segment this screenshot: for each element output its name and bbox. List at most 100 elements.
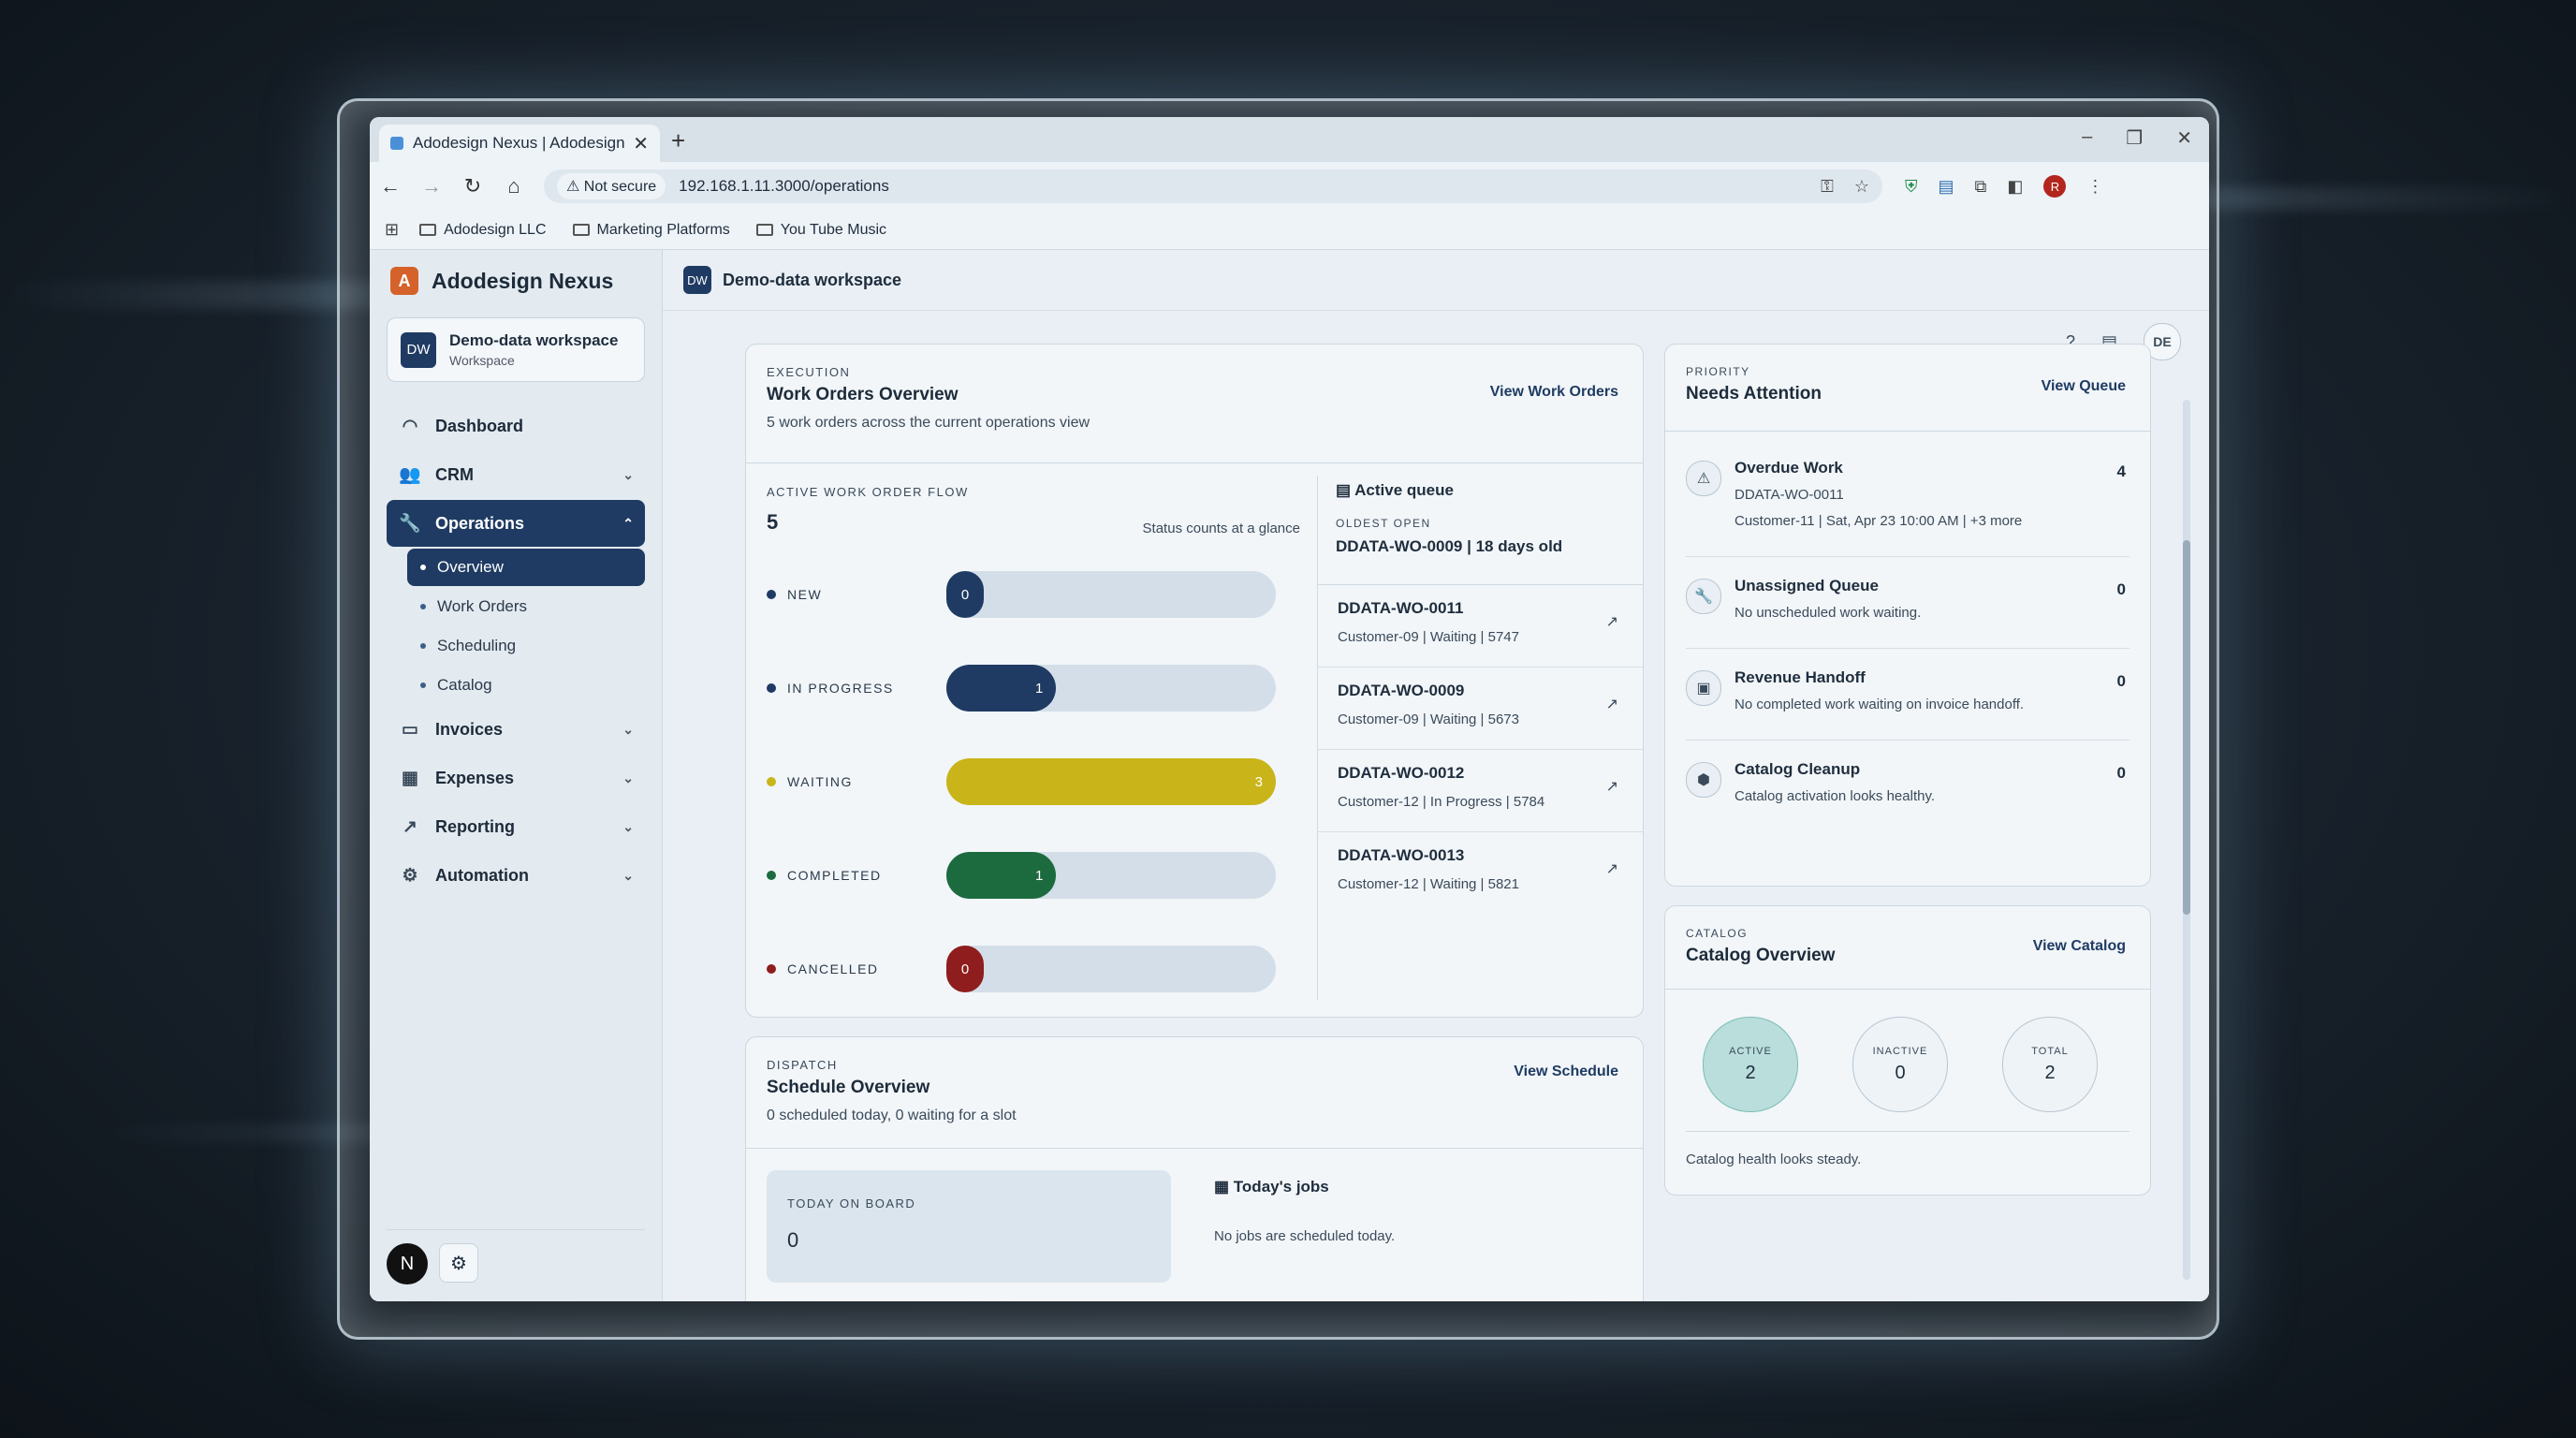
shield-extension-icon[interactable]: ⛨ bbox=[1905, 177, 1918, 197]
sidebar-subitem-overview[interactable]: Overview bbox=[407, 549, 645, 586]
sidebar-item-invoices[interactable]: ▭ Invoices ⌄ bbox=[387, 706, 645, 753]
flow-count: 0 bbox=[960, 586, 970, 603]
puzzle-extension-icon[interactable]: ⧉ bbox=[1975, 177, 1987, 197]
workspace-switcher[interactable]: DW Demo-data workspace Workspace bbox=[387, 317, 645, 382]
attention-item-count: 0 bbox=[2116, 672, 2126, 690]
flow-row[interactable]: IN PROGRESS 1 bbox=[767, 663, 1291, 713]
folder-icon bbox=[419, 224, 437, 236]
key-icon[interactable]: ⚿ bbox=[1821, 177, 1834, 197]
external-arrow-icon[interactable]: ↗ bbox=[1606, 777, 1618, 796]
external-arrow-icon[interactable]: ↗ bbox=[1606, 612, 1618, 631]
sidebar-item-operations[interactable]: 🔧 Operations ⌃ bbox=[387, 500, 645, 547]
catalog-card: CATALOG Catalog Overview View Catalog AC… bbox=[1664, 905, 2151, 1196]
nav-label: Reporting bbox=[435, 816, 515, 836]
work-orders-title: Work Orders Overview bbox=[767, 385, 959, 404]
flow-row[interactable]: WAITING 3 bbox=[767, 756, 1291, 807]
attention-item-title: Overdue Work bbox=[1734, 459, 1843, 477]
sidebar-subitem-scheduling[interactable]: Scheduling bbox=[407, 627, 645, 665]
sidepanel-icon[interactable]: ◧ bbox=[2007, 177, 2023, 197]
bookmark-marketing[interactable]: Marketing Platforms bbox=[572, 221, 730, 239]
flow-fill-bar: 1 bbox=[946, 852, 1057, 899]
bullet-icon bbox=[420, 682, 426, 688]
external-arrow-icon[interactable]: ↗ bbox=[1606, 859, 1618, 878]
minimize-icon[interactable]: – bbox=[2082, 126, 2092, 150]
queue-item[interactable]: DDATA-WO-0009 Customer-09 | Waiting | 567… bbox=[1317, 667, 1643, 750]
not-secure-badge[interactable]: ⚠ Not secure bbox=[557, 173, 666, 199]
queue-item[interactable]: DDATA-WO-0012 Customer-12 | In Progress |… bbox=[1317, 749, 1643, 832]
stat-value: 2 bbox=[2044, 1062, 2056, 1083]
bookmark-adodesign[interactable]: Adodesign LLC bbox=[419, 222, 547, 239]
bookmark-youtube-music[interactable]: You Tube Music bbox=[755, 222, 886, 239]
calendar-icon: ▦ bbox=[1214, 1178, 1234, 1196]
gauge-icon: ◠ bbox=[402, 416, 418, 436]
view-queue-link[interactable]: View Queue bbox=[2042, 378, 2126, 395]
sidebar-item-expenses[interactable]: ▦ Expenses ⌄ bbox=[387, 755, 645, 801]
page-scrollbar[interactable] bbox=[2183, 400, 2190, 1280]
brand[interactable]: A Adodesign Nexus bbox=[370, 250, 662, 312]
home-icon[interactable]: ⌂ bbox=[493, 174, 534, 198]
view-schedule-link[interactable]: View Schedule bbox=[1514, 1064, 1618, 1080]
stat-value: 0 bbox=[1895, 1062, 1906, 1083]
forward-icon[interactable]: → bbox=[411, 174, 452, 198]
nav-label: Operations bbox=[435, 513, 525, 533]
tab-strip: Adodesign Nexus | Adodesign ✕ + – ❐ ✕ bbox=[370, 117, 2209, 162]
stat-label: TOTAL bbox=[2031, 1045, 2069, 1057]
menu-dots-icon[interactable]: ⋮ bbox=[2086, 177, 2103, 197]
sidebar-item-crm[interactable]: 👥 CRM ⌄ bbox=[387, 451, 645, 498]
document-extension-icon[interactable]: ▤ bbox=[1939, 177, 1954, 197]
attention-item-unassigned[interactable]: 🔧 Unassigned Queue No unscheduled work w… bbox=[1686, 573, 2130, 649]
queue-header: ▤ Active queue bbox=[1336, 481, 1643, 500]
sidebar-subitem-work-orders[interactable]: Work Orders bbox=[407, 588, 645, 625]
app-root: A Adodesign Nexus DW Demo-data workspace… bbox=[370, 250, 2209, 1301]
close-tab-icon[interactable]: ✕ bbox=[633, 132, 649, 155]
attention-item-overdue[interactable]: ⚠ Overdue Work DDATA-WO-0011 Customer-11… bbox=[1686, 455, 2130, 557]
flow-row[interactable]: CANCELLED 0 bbox=[767, 944, 1291, 994]
bullet-icon bbox=[420, 643, 426, 649]
queue-item[interactable]: DDATA-WO-0013 Customer-12 | Waiting | 582… bbox=[1317, 831, 1643, 914]
queue-item[interactable]: DDATA-WO-0011 Customer-09 | Waiting | 574… bbox=[1317, 584, 1643, 668]
bookmark-star-icon[interactable]: ☆ bbox=[1854, 177, 1869, 197]
catalog-title: Catalog Overview bbox=[1686, 946, 1836, 965]
attention-item-catalog[interactable]: ⬢ Catalog Cleanup Catalog activation loo… bbox=[1686, 756, 2130, 831]
flow-row-label: WAITING bbox=[767, 774, 946, 789]
attention-item-title: Revenue Handoff bbox=[1734, 668, 1866, 686]
sidebar-item-dashboard[interactable]: ◠ Dashboard bbox=[387, 403, 645, 449]
flow-status-label: COMPLETED bbox=[787, 868, 882, 883]
apps-grid-icon[interactable]: ⊞ bbox=[385, 220, 399, 240]
scrollbar-thumb[interactable] bbox=[2183, 540, 2190, 915]
queue-item-meta: Customer-09 | Waiting | 5673 bbox=[1338, 712, 1519, 727]
settings-gear-icon[interactable]: ⚙ bbox=[439, 1243, 478, 1283]
queue-list: DDATA-WO-0011 Customer-09 | Waiting | 574… bbox=[1317, 584, 1643, 996]
view-catalog-link[interactable]: View Catalog bbox=[2033, 938, 2126, 955]
jobs-header: ▦ Today's jobs bbox=[1214, 1178, 1395, 1196]
flow-row[interactable]: COMPLETED 1 bbox=[767, 850, 1291, 901]
card-icon: ▭ bbox=[402, 719, 418, 740]
flow-row[interactable]: NEW 0 bbox=[767, 569, 1291, 620]
back-icon[interactable]: ← bbox=[370, 174, 411, 198]
sidebar-item-automation[interactable]: ⚙ Automation ⌄ bbox=[387, 852, 645, 899]
reload-icon[interactable]: ↻ bbox=[452, 174, 493, 198]
address-bar[interactable]: ⚠ Not secure 192.168.1.11.3000/operation… bbox=[544, 169, 1882, 203]
sidebar-item-reporting[interactable]: ↗ Reporting ⌄ bbox=[387, 803, 645, 850]
view-work-orders-link[interactable]: View Work Orders bbox=[1490, 384, 1618, 401]
work-orders-subtitle: 5 work orders across the current operati… bbox=[767, 415, 1090, 431]
attention-item-line1: Catalog activation looks healthy. bbox=[1734, 788, 1936, 804]
attention-item-revenue[interactable]: ▣ Revenue Handoff No completed work wait… bbox=[1686, 665, 2130, 741]
new-tab-button[interactable]: + bbox=[671, 126, 685, 155]
flow-track: 3 bbox=[946, 758, 1276, 805]
bookmark-label: Marketing Platforms bbox=[596, 221, 730, 238]
user-avatar[interactable]: N bbox=[387, 1243, 428, 1284]
profile-avatar[interactable]: R bbox=[2043, 175, 2067, 198]
browser-tab[interactable]: Adodesign Nexus | Adodesign ✕ bbox=[379, 125, 660, 162]
subnav-label: Scheduling bbox=[437, 637, 517, 654]
folder-icon bbox=[755, 224, 773, 236]
not-secure-label: Not secure bbox=[583, 179, 657, 195]
attention-item-count: 0 bbox=[2116, 764, 2126, 782]
sidebar-subitem-catalog[interactable]: Catalog bbox=[407, 667, 645, 704]
catalog-eyebrow: CATALOG bbox=[1686, 927, 1749, 940]
external-arrow-icon[interactable]: ↗ bbox=[1606, 695, 1618, 713]
close-window-icon[interactable]: ✕ bbox=[2176, 126, 2192, 150]
nav-label: Automation bbox=[435, 865, 529, 885]
nav-label: Dashboard bbox=[435, 416, 524, 435]
restore-icon[interactable]: ❐ bbox=[2126, 126, 2143, 150]
